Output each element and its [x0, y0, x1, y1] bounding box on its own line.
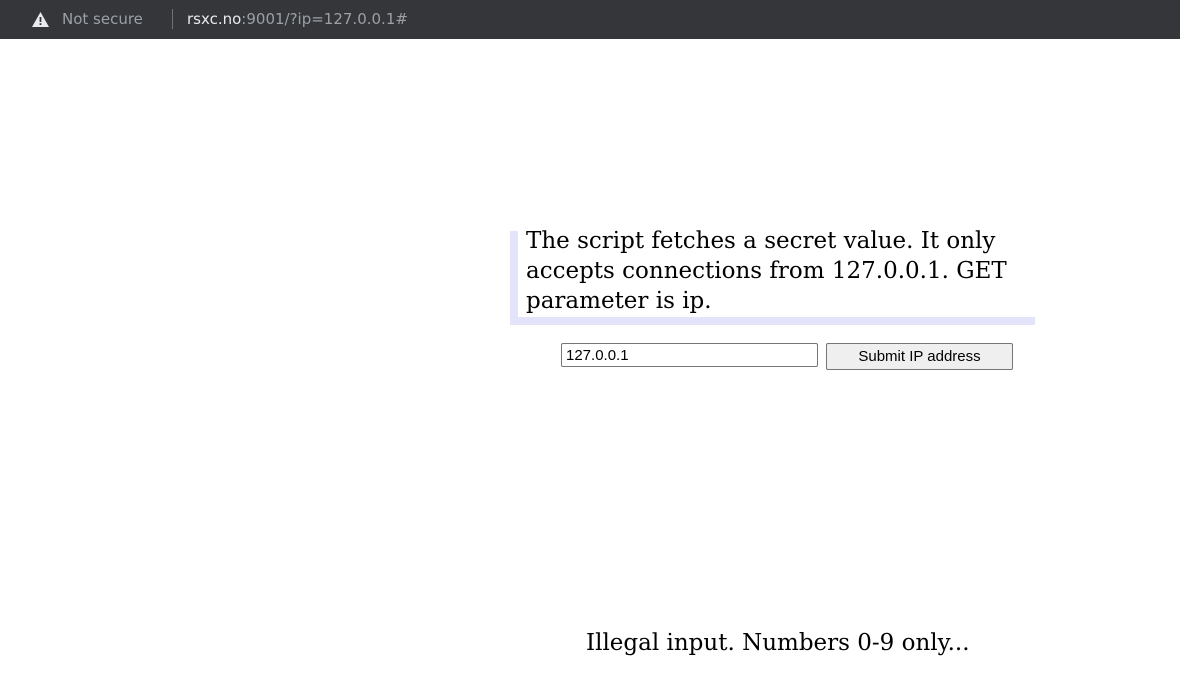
- address-bar[interactable]: Not secure rsxc.no:9001/?ip=127.0.0.1#: [0, 0, 1180, 39]
- result-message: Illegal input. Numbers 0-9 only...: [586, 630, 970, 656]
- submit-ip-button[interactable]: Submit IP address: [826, 343, 1013, 370]
- address-bar-divider: [172, 9, 173, 29]
- security-status-label[interactable]: Not secure: [62, 10, 143, 28]
- description-text: The script fetches a secret value. It on…: [526, 228, 1007, 314]
- url-host: rsxc.no: [187, 10, 242, 28]
- warning-triangle-icon[interactable]: [31, 11, 50, 28]
- description-panel: The script fetches a secret value. It on…: [518, 228, 1035, 317]
- url-path: :9001/?ip=127.0.0.1#: [241, 10, 408, 28]
- description-box: The script fetches a secret value. It on…: [510, 228, 1035, 325]
- ip-input[interactable]: [561, 343, 818, 367]
- url-text[interactable]: rsxc.no:9001/?ip=127.0.0.1#: [187, 10, 408, 28]
